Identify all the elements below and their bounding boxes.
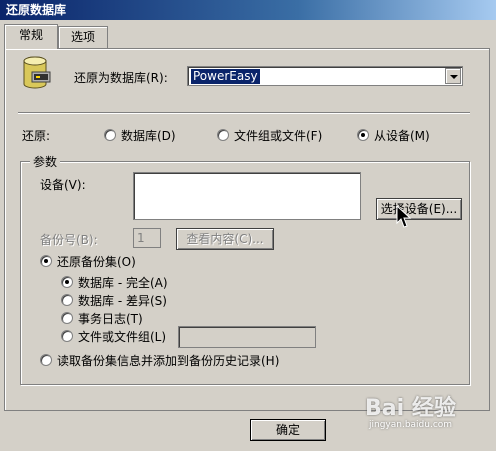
radio-database-full-label[interactable]: 数据库 - 完全(A) bbox=[78, 274, 168, 291]
file-or-filegroup-field[interactable] bbox=[178, 326, 316, 348]
radio-database[interactable] bbox=[104, 129, 116, 141]
chevron-down-icon[interactable] bbox=[445, 68, 461, 84]
radio-database-label[interactable]: 数据库(D) bbox=[121, 127, 176, 144]
baidu-jingyan-watermark: Bai 经验 jingyan.baidu.com bbox=[365, 388, 491, 446]
device-label: 设备(V): bbox=[40, 178, 86, 192]
radio-restore-backup-set-label[interactable]: 还原备份集(O) bbox=[57, 253, 136, 270]
radio-from-device[interactable] bbox=[357, 129, 369, 141]
database-icon bbox=[23, 56, 51, 89]
watermark-main: Bai 经验 bbox=[365, 396, 456, 421]
radio-from-device-label[interactable]: 从设备(M) bbox=[374, 127, 430, 144]
radio-filegroup-label[interactable]: 文件组或文件(F) bbox=[234, 127, 322, 144]
radio-transaction-log[interactable] bbox=[61, 312, 73, 324]
restore-from-label: 还原: bbox=[22, 129, 51, 143]
restore-database-dialog: 还原数据库 常规 选项 还原为数据库(R): PowerEasy 还原: 数据库… bbox=[0, 0, 496, 451]
backup-number-field[interactable]: 1 bbox=[133, 228, 161, 248]
backup-number-label: 备份号(B): bbox=[40, 233, 98, 247]
radio-file-or-filegroup[interactable] bbox=[61, 330, 73, 342]
parameters-group-title: 参数 bbox=[30, 153, 61, 170]
ok-button[interactable]: 确定 bbox=[250, 419, 326, 441]
device-list[interactable] bbox=[133, 172, 361, 220]
restore-as-database-value: PowerEasy bbox=[191, 69, 260, 84]
mouse-cursor-icon bbox=[396, 205, 412, 228]
select-device-button[interactable]: 选择设备(E)... bbox=[376, 198, 462, 220]
radio-read-backup-info[interactable] bbox=[40, 354, 52, 366]
radio-database-full[interactable] bbox=[61, 276, 73, 288]
radio-filegroup[interactable] bbox=[217, 129, 229, 141]
divider bbox=[18, 112, 470, 114]
restore-as-label: 还原为数据库(R): bbox=[74, 71, 168, 85]
radio-database-differential[interactable] bbox=[61, 294, 73, 306]
radio-transaction-log-label[interactable]: 事务日志(T) bbox=[78, 310, 143, 327]
radio-read-backup-info-label[interactable]: 读取备份集信息并添加到备份历史记录(H) bbox=[57, 352, 279, 369]
radio-database-differential-label[interactable]: 数据库 - 差异(S) bbox=[78, 292, 167, 309]
radio-file-or-filegroup-label[interactable]: 文件或文件组(L) bbox=[78, 328, 166, 345]
restore-as-database-select[interactable]: PowerEasy bbox=[187, 66, 463, 86]
watermark-sub: jingyan.baidu.com bbox=[369, 420, 453, 430]
view-contents-button[interactable]: 查看内容(C)... bbox=[176, 228, 274, 250]
radio-restore-backup-set[interactable] bbox=[40, 255, 52, 267]
